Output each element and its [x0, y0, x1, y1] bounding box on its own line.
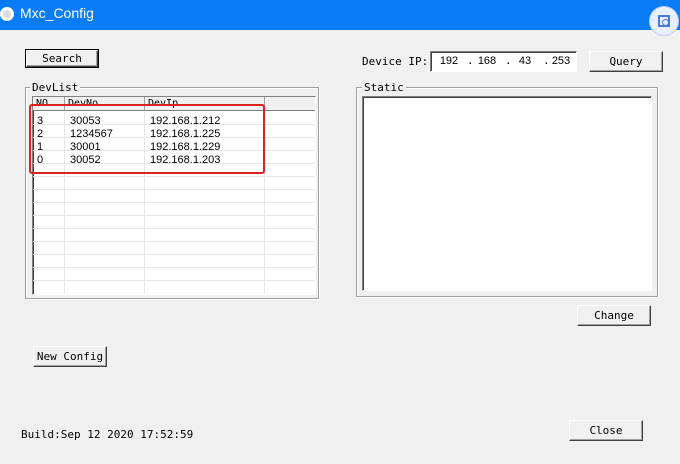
- query-button-label: Query: [609, 55, 643, 68]
- screen-scan-icon[interactable]: [649, 6, 679, 36]
- highlight-annotation: [29, 104, 265, 174]
- grid-line: [33, 267, 315, 268]
- new-config-button-label: New Config: [36, 350, 104, 363]
- close-button-label: Close: [589, 424, 623, 437]
- new-config-button[interactable]: New Config: [33, 346, 107, 367]
- build-info: Build:Sep 12 2020 17:52:59: [21, 428, 194, 441]
- column-header-empty: [265, 97, 315, 111]
- search-button[interactable]: Search: [25, 49, 99, 68]
- grid-line: [33, 215, 315, 216]
- window-title: Mxc_Config: [20, 5, 94, 21]
- ip-octet-2: 168: [477, 55, 497, 67]
- static-group-label: Static: [362, 81, 406, 94]
- grid-line: [33, 228, 315, 229]
- grid-line: [33, 189, 315, 190]
- grid-line: [33, 202, 315, 203]
- ip-octet-4: 253: [551, 55, 571, 67]
- grid-line: [33, 254, 315, 255]
- static-textarea[interactable]: [362, 96, 652, 291]
- close-button[interactable]: Close: [569, 420, 643, 441]
- search-button-label: Search: [42, 52, 82, 65]
- ip-octet-3: 43: [518, 55, 532, 67]
- grid-line: [33, 280, 315, 281]
- device-ip-label: Device IP:: [362, 55, 429, 68]
- grid-line: [33, 241, 315, 242]
- app-gear-icon: [0, 7, 14, 21]
- device-ip-input[interactable]: 192 . 168 . 43 . 253: [430, 51, 577, 72]
- grid-line: [33, 176, 315, 177]
- change-button[interactable]: Change: [577, 305, 651, 326]
- ip-octet-1: 192: [439, 55, 459, 67]
- devlist-group-label: DevList: [30, 81, 81, 94]
- change-button-label: Change: [594, 309, 634, 322]
- query-button[interactable]: Query: [589, 51, 663, 72]
- title-bar: [0, 0, 680, 30]
